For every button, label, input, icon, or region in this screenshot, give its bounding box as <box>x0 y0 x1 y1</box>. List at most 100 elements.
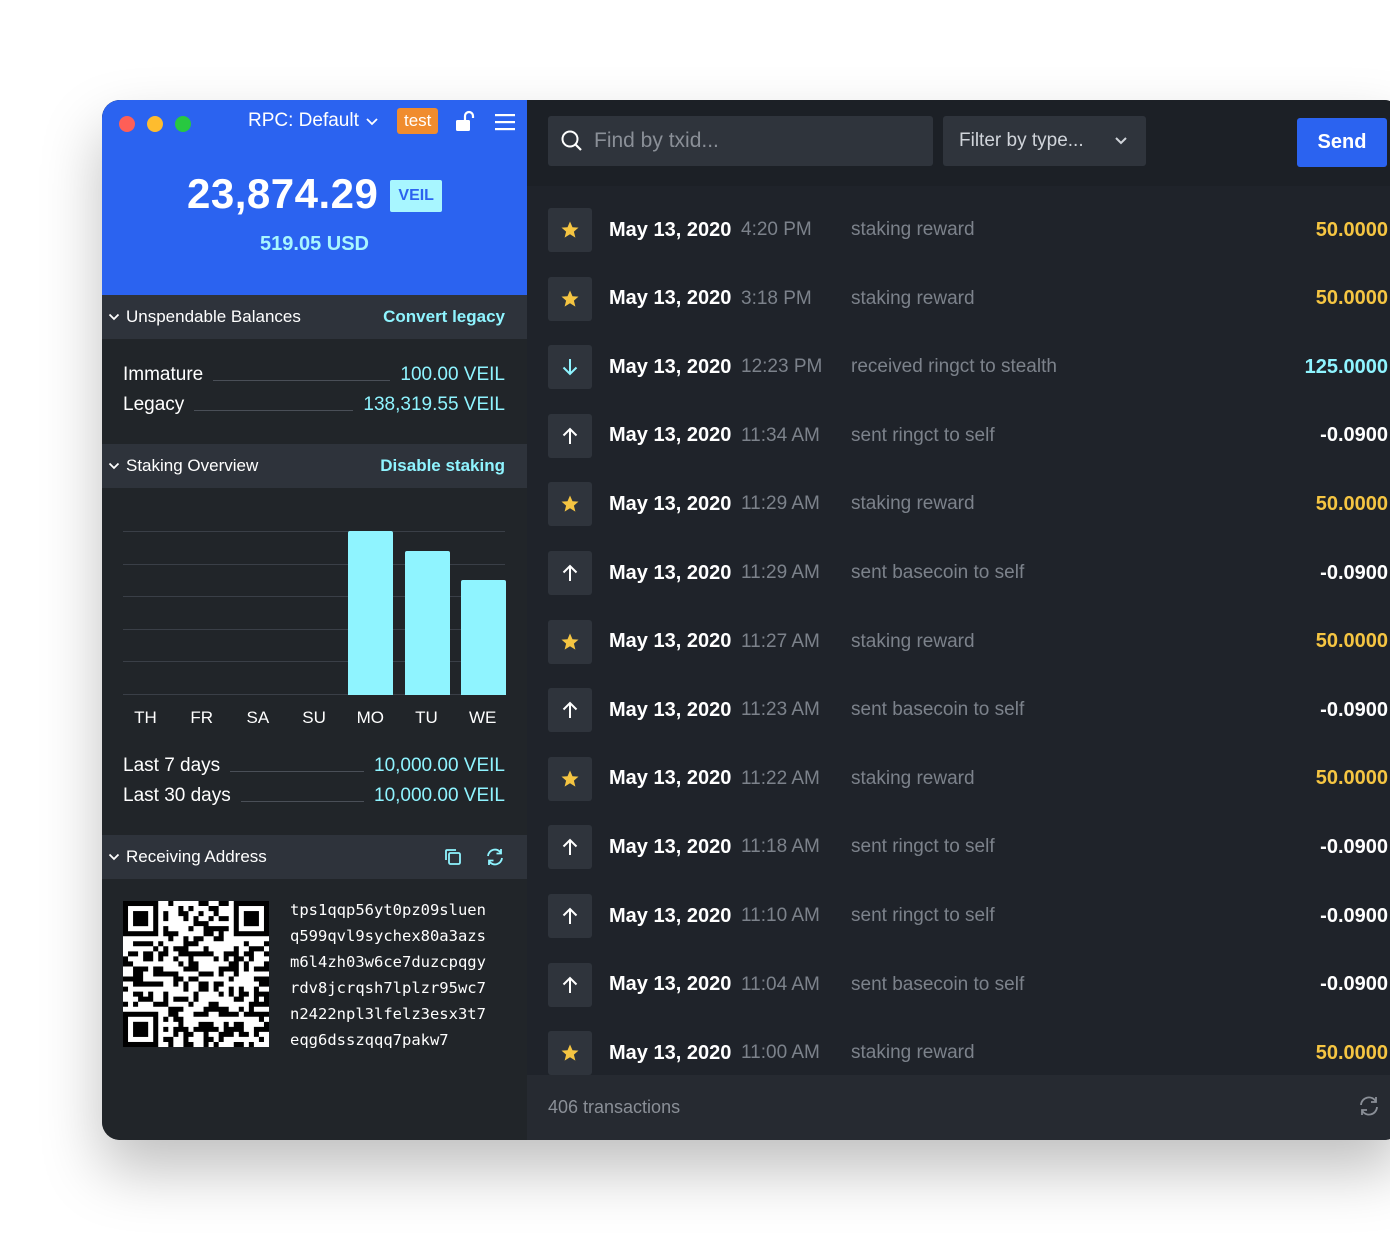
search-box[interactable] <box>548 116 933 166</box>
maximize-window-button[interactable] <box>175 116 191 132</box>
convert-legacy-link[interactable]: Convert legacy <box>383 307 505 327</box>
unspendable-header[interactable]: Unspendable Balances Convert legacy <box>102 295 527 339</box>
tx-description: sent basecoin to self <box>851 699 1025 721</box>
transaction-row[interactable]: May 13, 2020 11:29 AM sent basecoin to sel… <box>548 551 1388 595</box>
section-title: Unspendable Balances <box>126 307 301 326</box>
tx-date: May 13, 2020 <box>609 287 732 310</box>
address-line: n2422npl3lfelz3esx3t7 <box>290 1005 486 1023</box>
tx-time: 11:29 AM <box>741 562 820 583</box>
tx-description: staking reward <box>851 767 975 789</box>
chart-x-label: SA <box>246 708 270 727</box>
tx-amount: -0.0900 <box>1320 835 1388 858</box>
legacy-row: Legacy 138,319.55 VEIL <box>123 394 505 416</box>
search-input[interactable] <box>594 129 914 153</box>
transaction-row[interactable]: May 13, 2020 11:29 AM staking reward 50.000… <box>548 482 1388 527</box>
chart-bar-we <box>460 580 506 695</box>
tx-description: sent basecoin to self <box>851 562 1025 583</box>
rpc-selector[interactable]: RPC: Default <box>248 110 379 132</box>
balance-row: 23,874.29 VEIL <box>102 170 527 218</box>
tx-time: 11:10 AM <box>741 905 820 926</box>
row-value: 138,319.55 VEIL <box>363 394 505 415</box>
chevron-down-icon <box>108 313 120 321</box>
chart-gridline <box>123 531 505 532</box>
arrow-down-icon <box>548 345 592 390</box>
tx-time: 11:04 AM <box>741 973 820 995</box>
arrow-up-icon <box>548 894 592 938</box>
tx-time: 11:00 AM <box>741 1042 820 1064</box>
currency-badge: VEIL <box>390 180 442 212</box>
tx-date: May 13, 2020 <box>609 904 732 927</box>
tx-amount: 50.0000 <box>1315 287 1388 310</box>
chart-x-label: FR <box>190 708 214 727</box>
transaction-row[interactable]: May 13, 2020 4:20 PM staking reward 50.0000 <box>548 208 1388 252</box>
address-line: rdv8jcrqsh7lplzr95wc7 <box>290 979 486 997</box>
leader-line <box>240 800 364 802</box>
tx-description: sent basecoin to self <box>851 973 1025 995</box>
refresh-icon[interactable] <box>484 847 506 867</box>
tx-description: staking reward <box>851 219 975 240</box>
row-label: Legacy <box>123 394 185 415</box>
transaction-row[interactable]: May 13, 2020 11:27 AM staking reward 50.000… <box>548 619 1388 664</box>
transaction-row[interactable]: May 13, 2020 3:18 PM staking reward 50.0000 <box>548 276 1388 321</box>
tx-date: May 13, 2020 <box>609 355 732 378</box>
balance-usd: 519.05 USD <box>260 233 369 255</box>
receiving-address[interactable]: tps1qqp56yt0pz09sluen q599qvl9sychex80a3a… <box>290 897 486 1053</box>
tx-date: May 13, 2020 <box>609 973 732 996</box>
minimize-window-button[interactable] <box>147 116 163 132</box>
tx-time: 11:27 AM <box>741 630 820 652</box>
tx-amount: 50.0000 <box>1315 1041 1388 1064</box>
row-value: 100.00 VEIL <box>400 364 505 385</box>
tx-time: 3:18 PM <box>741 287 812 309</box>
address-line: q599qvl9sychex80a3azs <box>290 927 486 945</box>
star-icon <box>548 619 592 664</box>
chart-x-label: WE <box>468 708 497 727</box>
refresh-icon[interactable] <box>1357 1095 1381 1117</box>
chart-bar-mo <box>348 531 394 695</box>
tx-description: staking reward <box>851 493 975 515</box>
transaction-row[interactable]: May 13, 2020 11:04 AM sent basecoin to sel… <box>548 962 1388 1007</box>
transaction-row[interactable]: May 13, 2020 12:23 PM received ringct to s… <box>548 345 1388 390</box>
transaction-row[interactable]: May 13, 2020 11:23 AM sent basecoin to sel… <box>548 688 1388 733</box>
close-window-button[interactable] <box>119 116 135 132</box>
transaction-row[interactable]: May 13, 2020 11:18 AM sent ringct to self -… <box>548 825 1388 870</box>
last-30-days-row: Last 30 days 10,000.00 VEIL <box>123 785 505 807</box>
tx-date: May 13, 2020 <box>609 218 732 241</box>
transaction-row[interactable]: May 13, 2020 11:10 AM sent ringct to self -… <box>548 894 1388 938</box>
tx-amount: 125.0000 <box>1304 355 1388 378</box>
receiving-header[interactable]: Receiving Address <box>102 835 527 879</box>
row-label: Last 7 days <box>123 755 221 776</box>
send-button[interactable]: Send <box>1297 118 1387 167</box>
tx-date: May 13, 2020 <box>609 492 732 515</box>
leader-line <box>230 770 364 772</box>
hamburger-icon[interactable] <box>494 112 516 132</box>
staking-header[interactable]: Staking Overview Disable staking <box>102 444 527 488</box>
tx-time: 11:18 AM <box>741 836 820 858</box>
tx-time: 12:23 PM <box>741 356 823 378</box>
transaction-row[interactable]: May 13, 2020 11:00 AM staking reward 50.000… <box>548 1031 1388 1076</box>
left-panel: RPC: Default test 23,874.29 VEIL 519.05 … <box>102 100 527 1140</box>
row-label: Immature <box>123 364 204 385</box>
address-line: eqg6dsszqqq7pakw7 <box>290 1031 449 1049</box>
chevron-down-icon <box>108 853 120 861</box>
tx-amount: -0.0900 <box>1320 698 1388 721</box>
tx-amount: 50.0000 <box>1315 492 1388 515</box>
tx-time: 11:22 AM <box>741 767 820 789</box>
row-value: 10,000.00 VEIL <box>374 755 505 776</box>
copy-icon[interactable] <box>443 847 463 867</box>
immature-row: Immature 100.00 VEIL <box>123 364 505 386</box>
tx-amount: -0.0900 <box>1320 973 1388 996</box>
unlock-icon[interactable] <box>454 110 476 132</box>
transaction-row[interactable]: May 13, 2020 11:34 AM sent ringct to self -… <box>548 413 1388 458</box>
type-filter-dropdown[interactable]: Filter by type... <box>943 116 1146 166</box>
tx-description: received ringct to stealth <box>851 356 1057 378</box>
transaction-row[interactable]: May 13, 2020 11:22 AM staking reward 50.000… <box>548 756 1388 801</box>
chart-x-label: TU <box>415 708 438 727</box>
disable-staking-link[interactable]: Disable staking <box>380 456 505 476</box>
star-icon <box>548 482 592 527</box>
tx-date: May 13, 2020 <box>609 1041 732 1064</box>
chevron-down-icon <box>108 462 120 470</box>
leader-line <box>194 409 354 411</box>
chart-x-label: TH <box>134 708 157 727</box>
transaction-count: 406 transactions <box>548 1097 681 1117</box>
arrow-up-icon <box>548 413 592 458</box>
